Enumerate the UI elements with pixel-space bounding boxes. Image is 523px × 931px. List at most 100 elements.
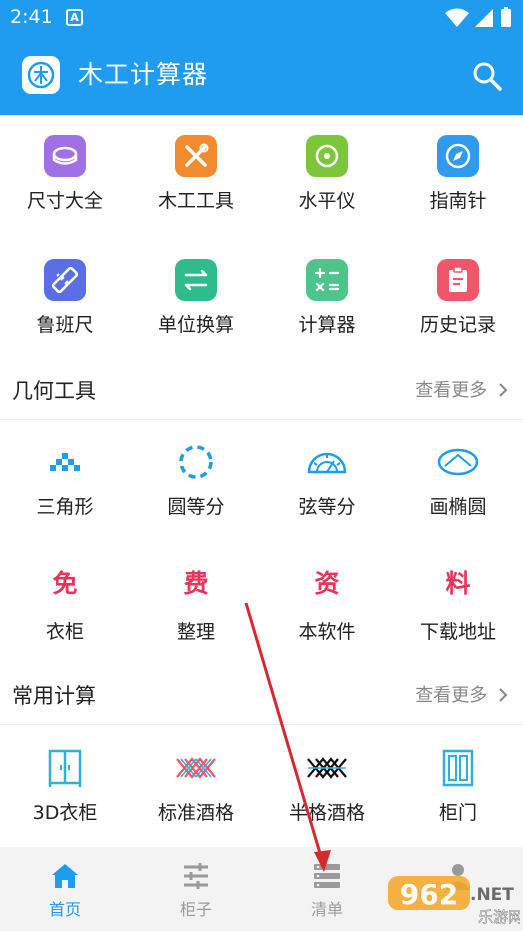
sliders-icon: [184, 863, 208, 889]
app-bar: 木工计算器: [0, 36, 523, 115]
chevron-right-icon: [499, 383, 508, 397]
tab-label: 柜子: [179, 900, 212, 919]
watermark-suffix: .NET: [470, 885, 514, 905]
wine-rack-icon: [176, 757, 216, 779]
common-item[interactable]: 3D衣柜: [0, 727, 130, 851]
tool-label: 尺寸大全: [26, 190, 103, 212]
home-icon: [52, 864, 78, 888]
tool-label: 木工工具: [157, 190, 234, 212]
exchange-icon: [175, 259, 217, 301]
geometry-row-1: 三角形 圆等分 弦等分 画椭圆: [0, 421, 523, 545]
ellipse-icon: [437, 448, 479, 476]
cabinet-door-icon: [442, 749, 474, 787]
promo-label: 本软件: [298, 621, 356, 643]
common-label: 柜门: [438, 802, 477, 824]
tool-label: 水平仪: [298, 190, 356, 212]
tool-label: 指南针: [429, 190, 487, 212]
tool-item[interactable]: 木工工具: [131, 115, 261, 239]
watermark-name: 乐游网: [478, 908, 520, 926]
chevron-right-icon: [499, 688, 508, 702]
promo-label: 下载地址: [419, 621, 496, 643]
triangle-icon: [50, 453, 80, 471]
status-bar: 2:41 A: [0, 0, 523, 36]
app-logo: [22, 56, 60, 94]
view-more-label: 查看更多: [415, 380, 488, 401]
calculator-icon: [306, 259, 348, 301]
tools-row-2: 鲁班尺 单位换算 计算器 历史记录: [0, 239, 523, 363]
common-row: 3D衣柜 标准酒格 半格酒格 柜门: [0, 727, 523, 851]
geometry-item[interactable]: 三角形: [0, 421, 130, 545]
compass-icon: [437, 135, 479, 177]
wifi-battery-icon: [445, 7, 511, 27]
char-icon: 费: [183, 569, 209, 598]
promo-item[interactable]: 资 本软件: [262, 546, 392, 670]
list-icon: [314, 864, 340, 888]
view-more-label: 查看更多: [415, 685, 488, 706]
geometry-section-header: 几何工具 查看更多: [0, 362, 523, 420]
app-logo-icon: [27, 61, 55, 89]
protractor-icon: [307, 452, 347, 474]
tool-item[interactable]: 单位换算: [131, 239, 261, 363]
promo-item[interactable]: 免 衣柜: [0, 546, 130, 670]
geometry-label: 弦等分: [298, 496, 356, 518]
watermark-number: 962: [400, 878, 458, 911]
view-more-link[interactable]: 查看更多: [415, 379, 509, 403]
tools-icon: [175, 135, 217, 177]
half-wine-rack-icon: [307, 757, 347, 779]
tool-label: 单位换算: [157, 314, 234, 336]
watermark-logo: 962 .NET 乐游网: [386, 870, 523, 928]
app-title: 木工计算器: [78, 60, 209, 89]
geometry-item[interactable]: 画椭圆: [393, 421, 523, 545]
wardrobe-icon: [48, 749, 82, 787]
tool-item[interactable]: 尺寸大全: [0, 115, 130, 239]
tool-label: 计算器: [298, 314, 356, 336]
geometry-label: 圆等分: [167, 496, 225, 518]
tab-label: 首页: [48, 900, 81, 919]
tab-cabinet[interactable]: 柜子: [131, 847, 261, 931]
common-label: 3D衣柜: [32, 802, 98, 824]
divider: [0, 419, 523, 420]
section-title: 常用计算: [12, 684, 96, 708]
clipboard-icon: [437, 259, 479, 301]
tab-list[interactable]: 清单: [262, 847, 392, 931]
status-time: 2:41: [10, 6, 53, 28]
section-title: 几何工具: [12, 379, 96, 403]
common-label: 半格酒格: [288, 802, 365, 824]
char-icon: 资: [314, 569, 340, 598]
geometry-item[interactable]: 弦等分: [262, 421, 392, 545]
search-button[interactable]: [471, 60, 503, 92]
watermark-962-logo: 962 .NET 乐游网: [388, 876, 523, 926]
promo-label: 衣柜: [45, 621, 84, 643]
tool-item[interactable]: 鲁班尺: [0, 239, 130, 363]
geometry-row-2: 免 衣柜 费 整理 资 本软件 料 下载地址: [0, 546, 523, 670]
common-label: 标准酒格: [157, 802, 234, 824]
char-icon: 免: [52, 569, 78, 598]
promo-label: 整理: [176, 621, 215, 643]
view-more-link[interactable]: 查看更多: [415, 684, 509, 708]
char-icon: 料: [445, 569, 471, 598]
geometry-label: 画椭圆: [429, 496, 487, 518]
tab-home[interactable]: 首页: [0, 847, 130, 931]
divider: [0, 724, 523, 725]
geometry-label: 三角形: [36, 496, 94, 518]
common-item[interactable]: 半格酒格: [262, 727, 392, 851]
tool-label: 历史记录: [419, 314, 496, 336]
tab-label: 清单: [310, 900, 343, 919]
tool-item[interactable]: 指南针: [393, 115, 523, 239]
notification-icon: A: [66, 9, 83, 26]
level-icon: [306, 135, 348, 177]
geometry-item[interactable]: 圆等分: [131, 421, 261, 545]
dashed-circle-icon: [179, 445, 213, 479]
common-item[interactable]: 柜门: [393, 727, 523, 851]
ruler-tape-icon: [44, 135, 86, 177]
promo-item[interactable]: 费 整理: [131, 546, 261, 670]
status-icons: [443, 7, 513, 33]
search-icon: [473, 62, 502, 91]
common-section-header: 常用计算 查看更多: [0, 667, 523, 725]
tool-label: 鲁班尺: [36, 314, 94, 336]
tool-item[interactable]: 计算器: [262, 239, 392, 363]
common-item[interactable]: 标准酒格: [131, 727, 261, 851]
tool-item[interactable]: 历史记录: [393, 239, 523, 363]
tool-item[interactable]: 水平仪: [262, 115, 392, 239]
promo-item[interactable]: 料 下载地址: [393, 546, 523, 670]
